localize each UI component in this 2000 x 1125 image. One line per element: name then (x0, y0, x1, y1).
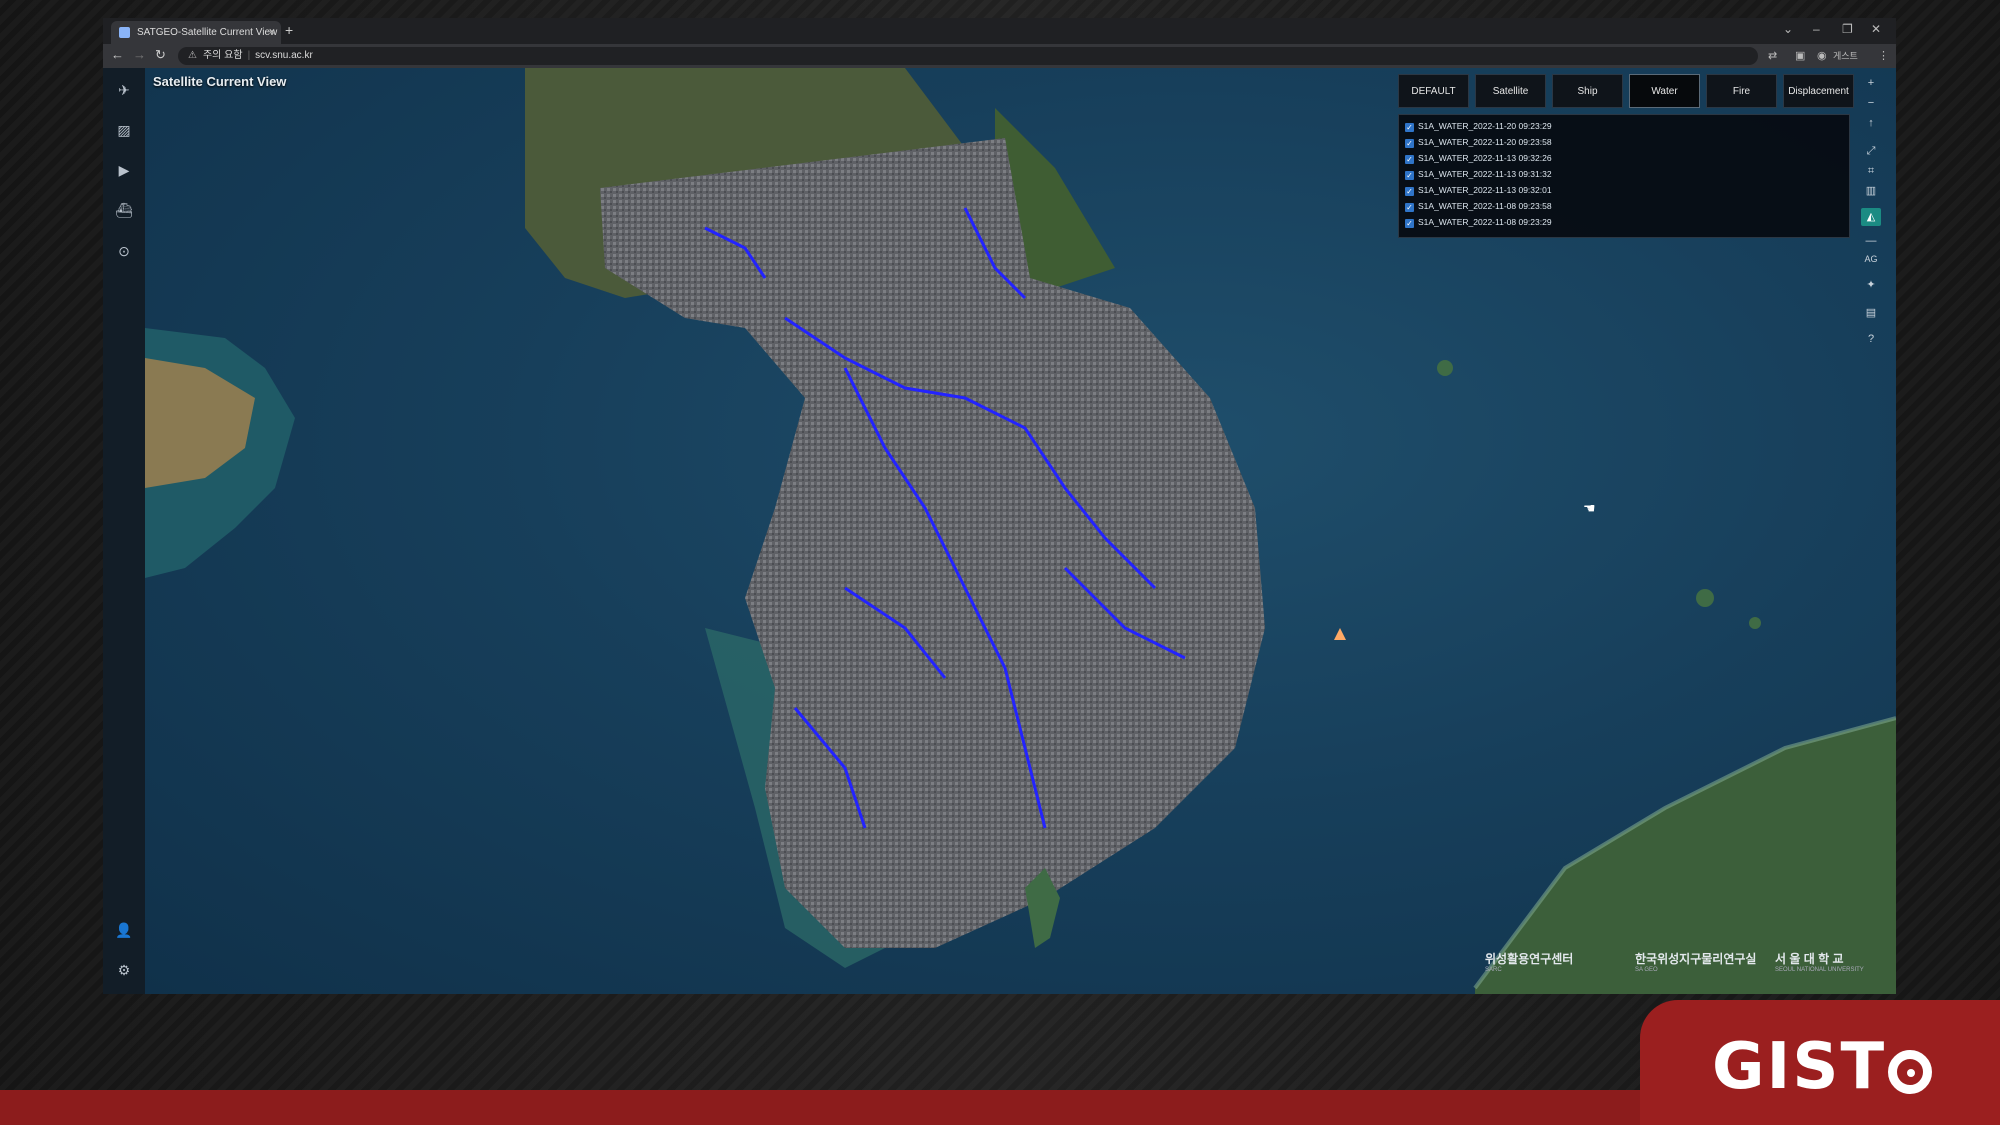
layer-list-panel: ✓ S1A_WATER_2022-11-20 09:23:29 ✓ S1A_WATE… (1398, 114, 1850, 238)
logo-ring-icon (1888, 1050, 1933, 1094)
side-panel-icon[interactable]: ▣ (1795, 49, 1805, 62)
address-bar: ← → ↻ ⚠ 주의 요함 | scv.snu.ac.kr ⇄ ▣ ◉ 게스트 ⋮ (103, 44, 1896, 68)
area-measure-icon[interactable]: AG (1861, 250, 1881, 268)
forward-arrow-icon[interactable]: → (133, 47, 146, 62)
zoom-in-icon[interactable]: + (1861, 74, 1881, 92)
checkbox-checked-icon[interactable]: ✓ (1405, 123, 1414, 132)
layer-item[interactable]: ✓ S1A_WATER_2022-11-13 09:32:26 (1405, 151, 1552, 165)
checkbox-checked-icon[interactable]: ✓ (1405, 139, 1414, 148)
video-icon[interactable]: ▶ (114, 160, 134, 180)
image-icon[interactable]: ▨ (114, 120, 134, 140)
map-title: Satellite Current View (153, 74, 287, 89)
favicon-icon (119, 27, 130, 38)
restore-button[interactable]: ❐ (1842, 22, 1853, 36)
ship-icon[interactable]: ⛴ (114, 200, 134, 220)
checkbox-checked-icon[interactable]: ✓ (1405, 171, 1414, 180)
menu-kebab-icon[interactable]: ⋮ (1878, 49, 1889, 62)
measure-line-icon[interactable]: — (1861, 232, 1881, 250)
back-arrow-icon[interactable]: ← (111, 47, 124, 62)
translate-icon[interactable]: ⇄ (1768, 49, 1777, 62)
browser-window: SATGEO-Satellite Current View × + ⌄ – ❐ … (103, 18, 1896, 994)
location-pin-icon[interactable]: ⊙ (114, 241, 134, 261)
layer-toggle-icon[interactable]: ◭ (1861, 208, 1881, 226)
checkbox-checked-icon[interactable]: ✓ (1405, 219, 1414, 228)
close-tab-icon[interactable]: × (269, 21, 275, 44)
grid-icon[interactable]: ⌗ (1861, 162, 1881, 180)
profile-icon[interactable]: ◉ (1817, 49, 1827, 62)
reload-icon[interactable]: ↻ (155, 47, 166, 63)
zoom-out-icon[interactable]: − (1861, 94, 1881, 112)
app-viewport: ✈ ▨ ▶ ⛴ ⊙ 👤 ⚙ Satellite Current View ☚ D… (103, 68, 1896, 994)
tab-satellite[interactable]: Satellite (1475, 74, 1546, 108)
url-input[interactable]: ⚠ 주의 요함 | scv.snu.ac.kr (178, 47, 1758, 65)
gear-icon[interactable]: ⚙ (114, 960, 134, 980)
delete-icon[interactable]: ▥ (1861, 182, 1881, 200)
new-tab-button[interactable]: + (285, 22, 293, 38)
sarc-logo: 위성활용연구센터 SARC (1485, 952, 1574, 973)
tab-search-icon[interactable]: ⌄ (1783, 22, 1793, 36)
tab-displacement[interactable]: Displacement (1783, 74, 1854, 108)
pin-tool-icon[interactable]: ✦ (1861, 276, 1881, 294)
security-warning-label: 주의 요함 (202, 50, 243, 61)
close-window-button[interactable]: ✕ (1871, 22, 1881, 36)
map-toolbar: + − ↑ ⤢ ⌗ ▥ ◭ — AG ✦ ▤ ? (1858, 74, 1884, 374)
layer-item[interactable]: ✓ S1A_WATER_2022-11-08 09:23:29 (1405, 215, 1552, 229)
gist-logo: GIST (1712, 1030, 1933, 1104)
layer-item[interactable]: ✓ S1A_WATER_2022-11-13 09:31:32 (1405, 167, 1552, 181)
tab-strip: SATGEO-Satellite Current View × + ⌄ – ❐ … (103, 18, 1896, 44)
tab-title: SATGEO-Satellite Current View (137, 27, 278, 38)
left-sidebar: ✈ ▨ ▶ ⛴ ⊙ 👤 ⚙ (103, 68, 145, 994)
mouse-cursor-icon: ☚ (1583, 500, 1596, 516)
snu-logo: 서 울 대 학 교 SEOUL NATIONAL UNIVERSITY (1775, 952, 1864, 973)
fullscreen-icon[interactable]: ⤢ (1861, 142, 1881, 160)
warning-icon: ⚠ (188, 50, 197, 61)
satellite-icon[interactable]: ✈ (114, 80, 134, 100)
compass-icon[interactable]: ↑ (1861, 114, 1881, 132)
tab-ship[interactable]: Ship (1552, 74, 1623, 108)
tab-fire[interactable]: Fire (1706, 74, 1777, 108)
help-icon[interactable]: ? (1861, 330, 1881, 348)
tab-default[interactable]: DEFAULT (1398, 74, 1469, 108)
layer-item[interactable]: ✓ S1A_WATER_2022-11-20 09:23:58 (1405, 135, 1552, 149)
layer-item[interactable]: ✓ S1A_WATER_2022-11-08 09:23:58 (1405, 199, 1552, 213)
minimize-button[interactable]: – (1813, 22, 1820, 36)
checkbox-checked-icon[interactable]: ✓ (1405, 187, 1414, 196)
satgeo-logo: 한국위성지구물리연구실 SA GEO (1635, 952, 1757, 973)
map-canvas[interactable]: Satellite Current View ☚ DEFAULT Satelli… (145, 68, 1896, 994)
location-marker-icon (1334, 628, 1346, 640)
sar-overlay (600, 138, 1265, 948)
user-icon[interactable]: 👤 (114, 920, 134, 940)
browser-tab[interactable]: SATGEO-Satellite Current View × (111, 21, 281, 44)
tab-water[interactable]: Water (1629, 74, 1700, 108)
url-text: scv.snu.ac.kr (255, 50, 313, 61)
legend-icon[interactable]: ▤ (1861, 304, 1881, 322)
profile-label[interactable]: 게스트 (1833, 49, 1858, 62)
checkbox-checked-icon[interactable]: ✓ (1405, 203, 1414, 212)
layer-item[interactable]: ✓ S1A_WATER_2022-11-20 09:23:29 (1405, 119, 1552, 133)
checkbox-checked-icon[interactable]: ✓ (1405, 155, 1414, 164)
layer-item[interactable]: ✓ S1A_WATER_2022-11-13 09:32:01 (1405, 183, 1552, 197)
